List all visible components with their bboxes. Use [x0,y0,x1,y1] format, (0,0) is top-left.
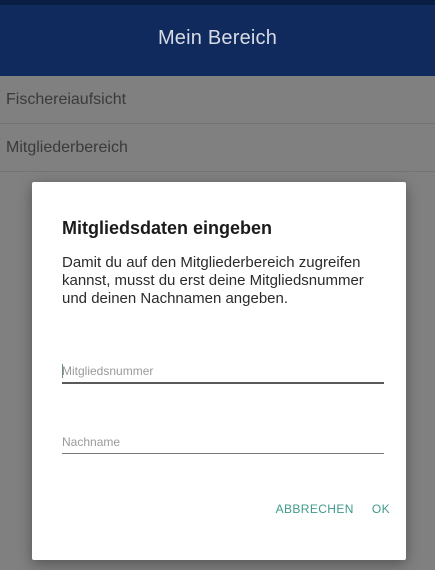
member-data-dialog: Mitgliedsdaten eingeben Damit du auf den… [32,182,406,560]
last-name-input[interactable] [62,435,384,449]
member-number-field [62,350,384,384]
ok-button[interactable]: OK [372,502,390,516]
dialog-actions: ABBRECHEN OK [276,502,390,516]
list-item-label: Mitgliederbereich [6,138,128,156]
app-bar: Mein Bereich [0,0,435,76]
list-item-mitgliederbereich[interactable]: Mitgliederbereich [0,124,435,172]
dialog-message: Damit du auf den Mitgliederbereich zugre… [62,254,364,307]
list-item-label: Fischereiaufsicht [6,90,127,108]
dialog-title: Mitgliedsdaten eingeben [62,218,273,238]
cancel-button[interactable]: ABBRECHEN [276,502,354,516]
menu-list: Fischereiaufsicht Mitgliederbereich [0,76,435,172]
app-screen: Mein Bereich Fischereiaufsicht Mitgliede… [0,0,435,570]
list-item-fischereiaufsicht[interactable]: Fischereiaufsicht [0,76,435,124]
app-bar-title: Mein Bereich [157,26,278,49]
last-name-field [62,420,384,454]
member-number-input[interactable] [62,364,384,378]
